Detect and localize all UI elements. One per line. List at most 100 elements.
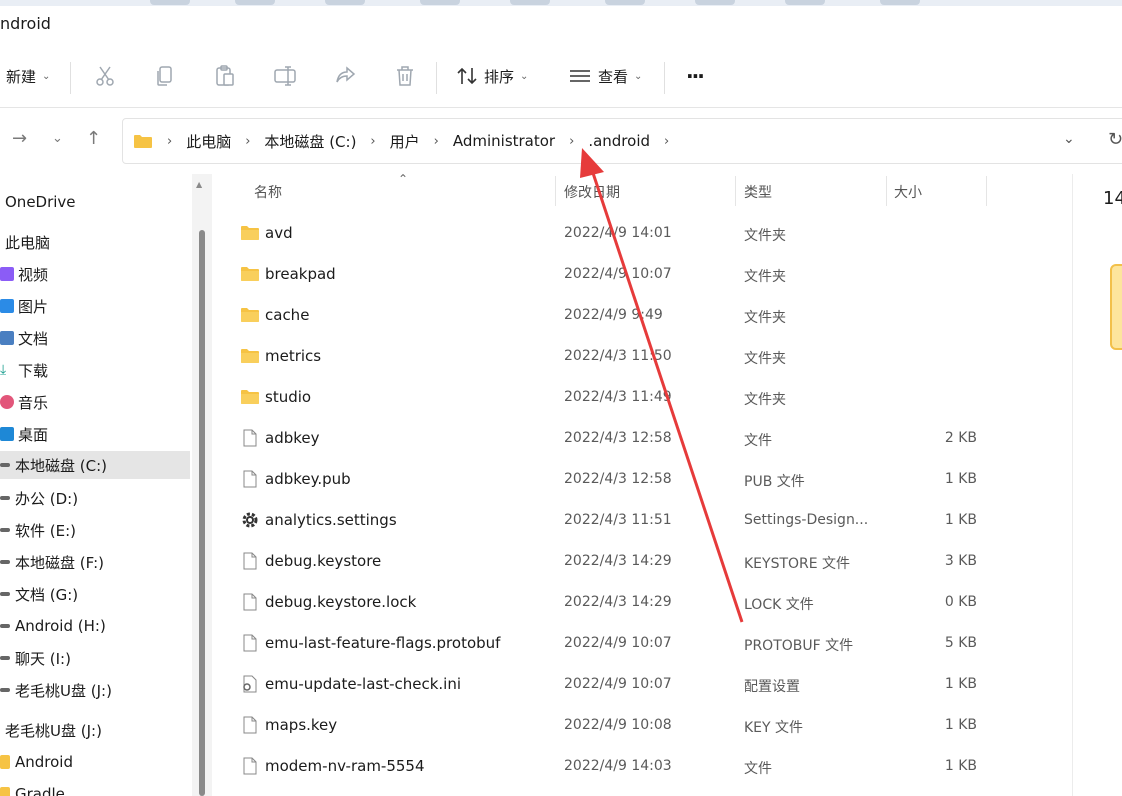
file-size: 2 KB [944,430,977,446]
video-icon [0,267,14,281]
app-tab[interactable] [325,0,365,5]
file-row[interactable]: debug.keystore.lock 2022/4/3 14:29 LOCK 文件… [214,583,1014,623]
sort-label: 排序 [484,67,515,86]
file-row[interactable]: maps.key 2022/4/9 10:08 KEY 文件 1 KB [214,706,1014,746]
chevron-down-icon: ⌄ [42,70,51,82]
copy-icon[interactable] [153,64,177,88]
sidebar-item-downloads[interactable]: ⤓ 下载 [0,356,190,384]
breadcrumb-item[interactable]: 此电脑 [186,131,231,152]
app-tab[interactable] [420,0,460,5]
delete-icon[interactable] [393,64,417,88]
file-type: PROTOBUF 文件 [744,638,854,654]
refresh-icon[interactable]: ↻ [1108,129,1122,150]
sidebar-item-drive-g[interactable]: 文档 (G:) [0,580,190,608]
file-row[interactable]: adbkey.pub 2022/4/3 12:58 PUB 文件 1 KB [214,460,1014,500]
chevron-down-icon: ⌄ [520,70,529,82]
column-header-type[interactable]: 类型 [744,182,772,202]
desktop-icon [0,427,14,441]
chevron-right-icon[interactable]: › [370,134,375,149]
app-tab[interactable] [605,0,645,5]
app-tab[interactable] [235,0,275,5]
file-date: 2022/4/3 11:51 [564,512,672,528]
sidebar-item-this-pc[interactable]: 此电脑 [5,228,195,256]
app-tab[interactable] [150,0,190,5]
app-tab[interactable] [695,0,735,5]
file-row[interactable]: avd 2022/4/9 14:01 文件夹 [214,214,1014,254]
column-divider[interactable] [886,176,887,206]
column-divider[interactable] [735,176,736,206]
recent-locations-icon[interactable]: ⌄ [52,131,63,146]
file-size: 1 KB [944,717,977,733]
sidebar-item-drive-d[interactable]: 办公 (D:) [0,484,190,512]
picture-icon [0,299,14,313]
sidebar-item-videos[interactable]: 视频 [0,260,190,288]
sidebar-item-usb-j[interactable]: 老毛桃U盘 (J:) [5,716,195,744]
column-header-name[interactable]: 名称 [254,182,282,202]
drive-icon [0,560,10,564]
chevron-right-icon[interactable]: › [664,134,669,149]
file-row[interactable]: cache 2022/4/9 9:49 文件夹 [214,296,1014,336]
sidebar-item-label: Gradle [15,785,65,796]
file-row[interactable]: emu-last-feature-flags.protobuf 2022/4/9 … [214,624,1014,664]
more-options-button[interactable]: ··· [686,56,705,96]
paste-icon[interactable] [213,64,237,88]
toolbar-divider [436,62,437,94]
sidebar-item-label: 文档 [18,329,49,348]
chevron-right-icon[interactable]: › [569,134,574,149]
forward-arrow-icon[interactable]: → [12,128,27,149]
chevron-right-icon[interactable]: › [434,134,439,149]
column-divider[interactable] [555,176,556,206]
address-bar[interactable]: › 此电脑 › 本地磁盘 (C:) › 用户 › Administrator ›… [122,118,1122,164]
sidebar-item-android-folder[interactable]: Android [0,748,190,776]
file-icon [243,470,257,488]
sidebar-item-onedrive[interactable]: OneDrive [5,188,195,216]
sidebar-item-drive-f[interactable]: 本地磁盘 (F:) [0,548,190,576]
breadcrumb-item[interactable]: 用户 [390,131,420,152]
sidebar-item-pictures[interactable]: 图片 [0,292,190,320]
file-name: debug.keystore.lock [265,593,417,611]
drive-icon [0,592,10,596]
sidebar-item-drive-j[interactable]: 老毛桃U盘 (J:) [0,676,190,704]
file-size: 1 KB [944,512,977,528]
file-name: debug.keystore [265,552,382,570]
sidebar-item-documents[interactable]: 文档 [0,324,190,352]
file-row[interactable]: metrics 2022/4/3 11:50 文件夹 [214,337,1014,377]
chevron-right-icon[interactable]: › [245,134,250,149]
sidebar-item-drive-h[interactable]: Android (H:) [0,612,190,640]
sort-button[interactable]: 排序 ⌄ [456,56,528,96]
file-row[interactable]: debug.keystore 2022/4/3 14:29 KEYSTORE 文件 3… [214,542,1014,582]
column-divider[interactable] [986,176,987,206]
sidebar-item-drive-e[interactable]: 软件 (E:) [0,516,190,544]
breadcrumb-item[interactable]: .android [588,132,650,150]
sidebar-item-gradle-folder[interactable]: Gradle [0,780,190,796]
app-tab[interactable] [785,0,825,5]
file-name: modem-nv-ram-5554 [265,757,425,775]
column-header-size[interactable]: 大小 [894,182,922,202]
share-icon[interactable] [333,64,357,88]
breadcrumb-item[interactable]: Administrator [453,132,555,150]
drive-icon [0,688,10,692]
file-type: Settings-Design... [744,512,869,528]
file-row[interactable]: studio 2022/4/3 11:49 文件夹 [214,378,1014,418]
file-row[interactable]: emu-update-last-check.ini 2022/4/9 10:07 配… [214,665,1014,705]
up-arrow-icon[interactable]: ↑ [86,128,101,149]
view-button[interactable]: 查看 ⌄ [568,56,642,96]
breadcrumb-item[interactable]: 本地磁盘 (C:) [264,131,356,152]
sidebar-item-drive-i[interactable]: 聊天 (I:) [0,644,190,672]
file-row[interactable]: analytics.settings 2022/4/3 11:51 Settings… [214,501,1014,541]
sidebar-item-drive-c[interactable]: 本地磁盘 (C:) [0,451,190,479]
app-tab[interactable] [880,0,920,5]
address-history-chevron-icon[interactable]: ⌄ [1063,131,1075,147]
app-tab[interactable] [510,0,550,5]
new-button[interactable]: 新建 ⌄ [6,56,50,96]
file-row[interactable]: adbkey 2022/4/3 12:58 文件 2 KB [214,419,1014,459]
preview-pane-divider[interactable] [1072,174,1073,796]
file-row[interactable]: modem-nv-ram-5554 2022/4/9 14:03 文件 1 KB [214,747,1014,787]
rename-icon[interactable] [273,64,297,88]
file-row[interactable]: breakpad 2022/4/9 10:07 文件夹 [214,255,1014,295]
sidebar-item-desktop[interactable]: 桌面 [0,420,190,448]
column-header-date[interactable]: 修改日期 [564,182,620,202]
file-type: 文件夹 [744,310,786,326]
cut-icon[interactable] [93,64,117,88]
sidebar-item-music[interactable]: 音乐 [0,388,190,416]
